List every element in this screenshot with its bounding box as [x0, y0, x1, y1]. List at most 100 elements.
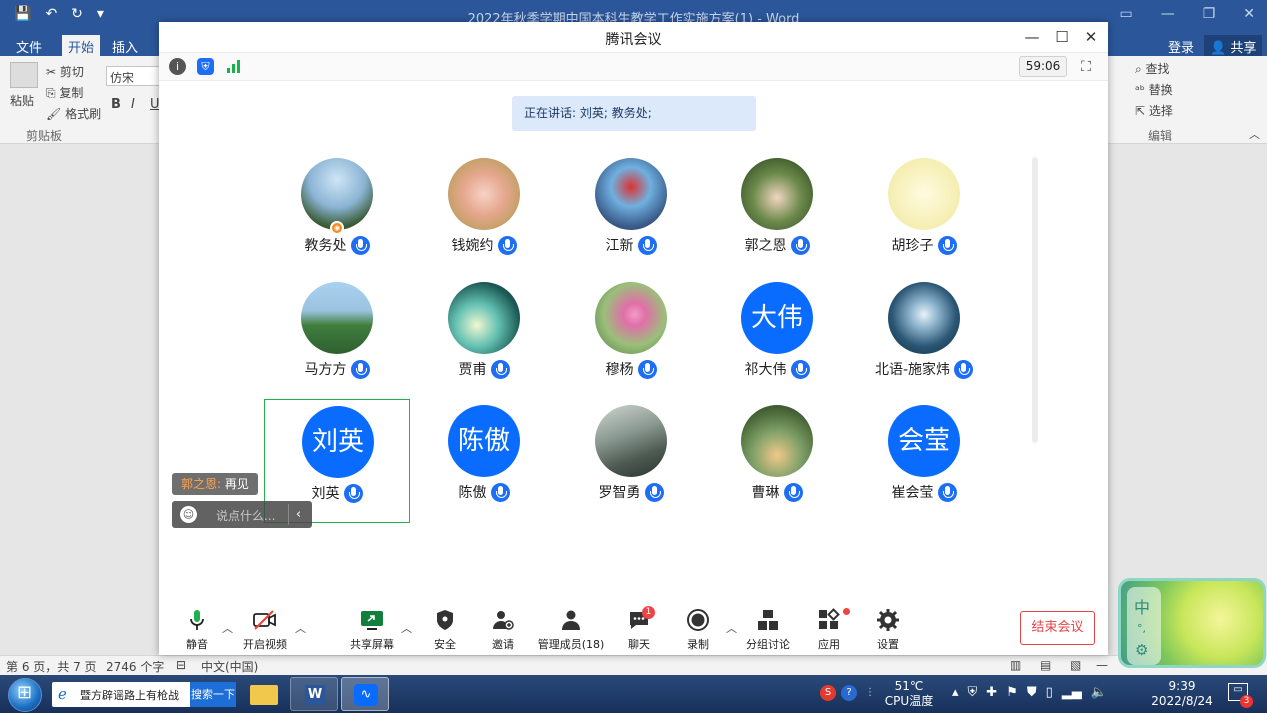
participant-tile[interactable]: 会莹 崔会莹 — [851, 399, 997, 523]
word-restore-button[interactable]: ❐ — [1203, 6, 1216, 22]
italic-button[interactable]: I — [131, 97, 135, 112]
participant-tile[interactable]: 钱婉约 — [411, 152, 557, 276]
system-clock[interactable]: 9:39 2022/8/24 — [1142, 679, 1222, 709]
meeting-maximize-button[interactable]: ☐ — [1050, 26, 1074, 48]
shield-icon[interactable]: ⛨ — [197, 58, 214, 75]
browser-search-widget[interactable]: ℯ 暨方辟谣路上有枪战 搜索一下 — [52, 682, 236, 707]
participant-tile[interactable]: 郭之恩 — [704, 152, 850, 276]
invite-button[interactable]: 邀请 — [489, 608, 517, 652]
word-minimize-button[interactable]: — — [1161, 6, 1175, 22]
ime-punctuation-icon[interactable]: °, — [1137, 622, 1146, 635]
record-options-caret[interactable]: ︿ — [726, 620, 737, 636]
select-button[interactable]: ⇱ 选择 — [1135, 102, 1173, 119]
meeting-minimize-button[interactable]: — — [1020, 26, 1044, 48]
read-mode-icon[interactable]: ▥ — [1010, 658, 1021, 672]
participant-name: 钱婉约 — [451, 238, 494, 254]
file-explorer-icon[interactable] — [240, 677, 288, 711]
word-taskbar-button[interactable]: W — [290, 677, 338, 711]
collapse-ribbon-icon[interactable]: ︿ — [1249, 126, 1260, 142]
record-button[interactable]: 录制 — [684, 608, 712, 652]
participant-tile[interactable]: 穆杨 — [558, 276, 704, 400]
page-count[interactable]: 第 6 页，共 7 页 — [6, 658, 97, 675]
breakout-rooms-button[interactable]: 分组讨论 — [745, 608, 791, 652]
video-options-caret[interactable]: ︿ — [295, 620, 306, 636]
start-button[interactable] — [8, 678, 42, 712]
ime-mode-toggle[interactable]: 中 — [1134, 594, 1150, 618]
avatar — [301, 282, 373, 354]
chat-input-placeholder[interactable]: 说点什么... — [216, 507, 275, 524]
defender-icon[interactable]: ⛊ — [1027, 685, 1037, 700]
security-shield-icon[interactable]: ⛨ — [968, 685, 978, 700]
windows-taskbar: ℯ 暨方辟谣路上有枪战 搜索一下 W ∿ S ? ⋮ 51℃ CPU温度 ▴ ⛨… — [0, 675, 1267, 713]
sign-in-link[interactable]: 登录 — [1162, 35, 1200, 56]
participant-tile[interactable]: ◉ 教务处 — [264, 152, 410, 276]
zoom-slider[interactable]: — — [1096, 658, 1108, 672]
microphone-icon — [490, 482, 510, 502]
participant-tile[interactable]: 贾甫 — [411, 276, 557, 400]
paste-button[interactable]: 粘贴 — [10, 92, 34, 109]
network-signal-icon[interactable]: ▂▄ — [1062, 685, 1082, 700]
participant-tile[interactable]: 罗智勇 — [558, 399, 704, 523]
participant-tile[interactable]: 江新 — [558, 152, 704, 276]
fullscreen-icon[interactable]: ⛶ — [1077, 58, 1095, 76]
participant-tile[interactable]: 陈傲 陈傲 — [411, 399, 557, 523]
avatar: 刘英 — [302, 406, 374, 478]
share-screen-button[interactable]: 共享屏幕 — [349, 608, 395, 652]
tab-home[interactable]: 开始 — [62, 35, 101, 56]
participant-tile[interactable]: 北语-施家炜 — [851, 276, 997, 400]
security-button[interactable]: 安全 — [431, 608, 459, 652]
end-meeting-button[interactable]: 结束会议 — [1020, 611, 1095, 645]
manage-members-button[interactable]: 管理成员(18) — [537, 608, 605, 652]
font-name-box[interactable]: 仿宋 — [106, 66, 160, 86]
signal-strength-icon[interactable] — [224, 58, 241, 75]
share-button[interactable]: 👤 共享 — [1204, 35, 1263, 56]
cpu-temperature[interactable]: 51℃ CPU温度 — [876, 679, 942, 709]
settings-button[interactable]: 设置 — [874, 608, 902, 652]
meeting-close-button[interactable]: ✕ — [1079, 26, 1103, 48]
tab-insert[interactable]: 插入 — [106, 35, 144, 56]
add-icon[interactable]: ✚ — [986, 685, 997, 700]
sogou-icon[interactable]: S — [820, 685, 836, 701]
ime-gear-icon[interactable]: ⚙ — [1135, 641, 1148, 659]
search-button[interactable]: 搜索一下 — [190, 682, 236, 707]
participant-tile[interactable]: 大伟 祁大伟 — [704, 276, 850, 400]
language-indicator[interactable]: 中文(中国) — [201, 658, 258, 675]
start-video-button[interactable]: 开启视频 — [243, 608, 287, 652]
microphone-icon — [179, 608, 215, 632]
tencent-meeting-taskbar-button[interactable]: ∿ — [341, 677, 389, 711]
mute-button[interactable]: 静音 — [179, 608, 215, 652]
participant-scrollbar[interactable] — [1032, 157, 1038, 443]
ime-widget[interactable]: 中 °, ⚙ — [1118, 578, 1266, 668]
participant-tile[interactable]: 胡珍子 — [851, 152, 997, 276]
info-icon[interactable]: i — [169, 58, 186, 75]
chevron-left-icon[interactable]: ‹ — [288, 504, 308, 525]
find-button[interactable]: ⌕ 查找 — [1135, 60, 1170, 77]
word-count[interactable]: 2746 个字 — [106, 658, 164, 675]
show-hidden-icons-icon[interactable]: ▴ — [952, 685, 959, 700]
word-close-button[interactable]: ✕ — [1243, 6, 1255, 22]
print-layout-icon[interactable]: ▤ — [1040, 658, 1051, 672]
bold-button[interactable]: B — [111, 97, 121, 112]
emoji-icon[interactable]: ☺ — [180, 506, 197, 523]
share-options-caret[interactable]: ︿ — [401, 620, 412, 636]
proofing-icon[interactable]: ⊟ — [176, 658, 186, 672]
help-icon[interactable]: ? — [841, 685, 857, 701]
search-suggestion-text[interactable]: 暨方辟谣路上有枪战 — [80, 687, 179, 703]
replace-button[interactable]: ᵃᵇ 替换 — [1135, 81, 1173, 98]
participant-tile[interactable]: 马方方 — [264, 276, 410, 400]
avatar — [595, 405, 667, 477]
tab-file[interactable]: 文件 — [10, 35, 48, 56]
flag-icon[interactable]: ⚑ — [1006, 685, 1018, 700]
device-icon[interactable]: ▯ — [1046, 685, 1053, 700]
copy-button[interactable]: ⎘ 复制 — [46, 84, 83, 101]
chat-input-box[interactable]: ☺ 说点什么... ‹ — [172, 501, 312, 528]
participant-tile[interactable]: 曹琳 — [704, 399, 850, 523]
ribbon-display-icon[interactable]: ▭ — [1119, 6, 1132, 22]
audio-options-caret[interactable]: ︿ — [222, 620, 233, 636]
apps-button[interactable]: 应用 — [815, 608, 843, 652]
volume-icon[interactable]: 🔈 — [1091, 685, 1107, 700]
cut-button[interactable]: ✂ 剪切 — [46, 63, 84, 80]
format-painter-button[interactable]: 🖌 格式刷 — [46, 105, 101, 122]
participant-label: 江新 — [558, 234, 704, 256]
web-layout-icon[interactable]: ▧ — [1070, 658, 1081, 672]
